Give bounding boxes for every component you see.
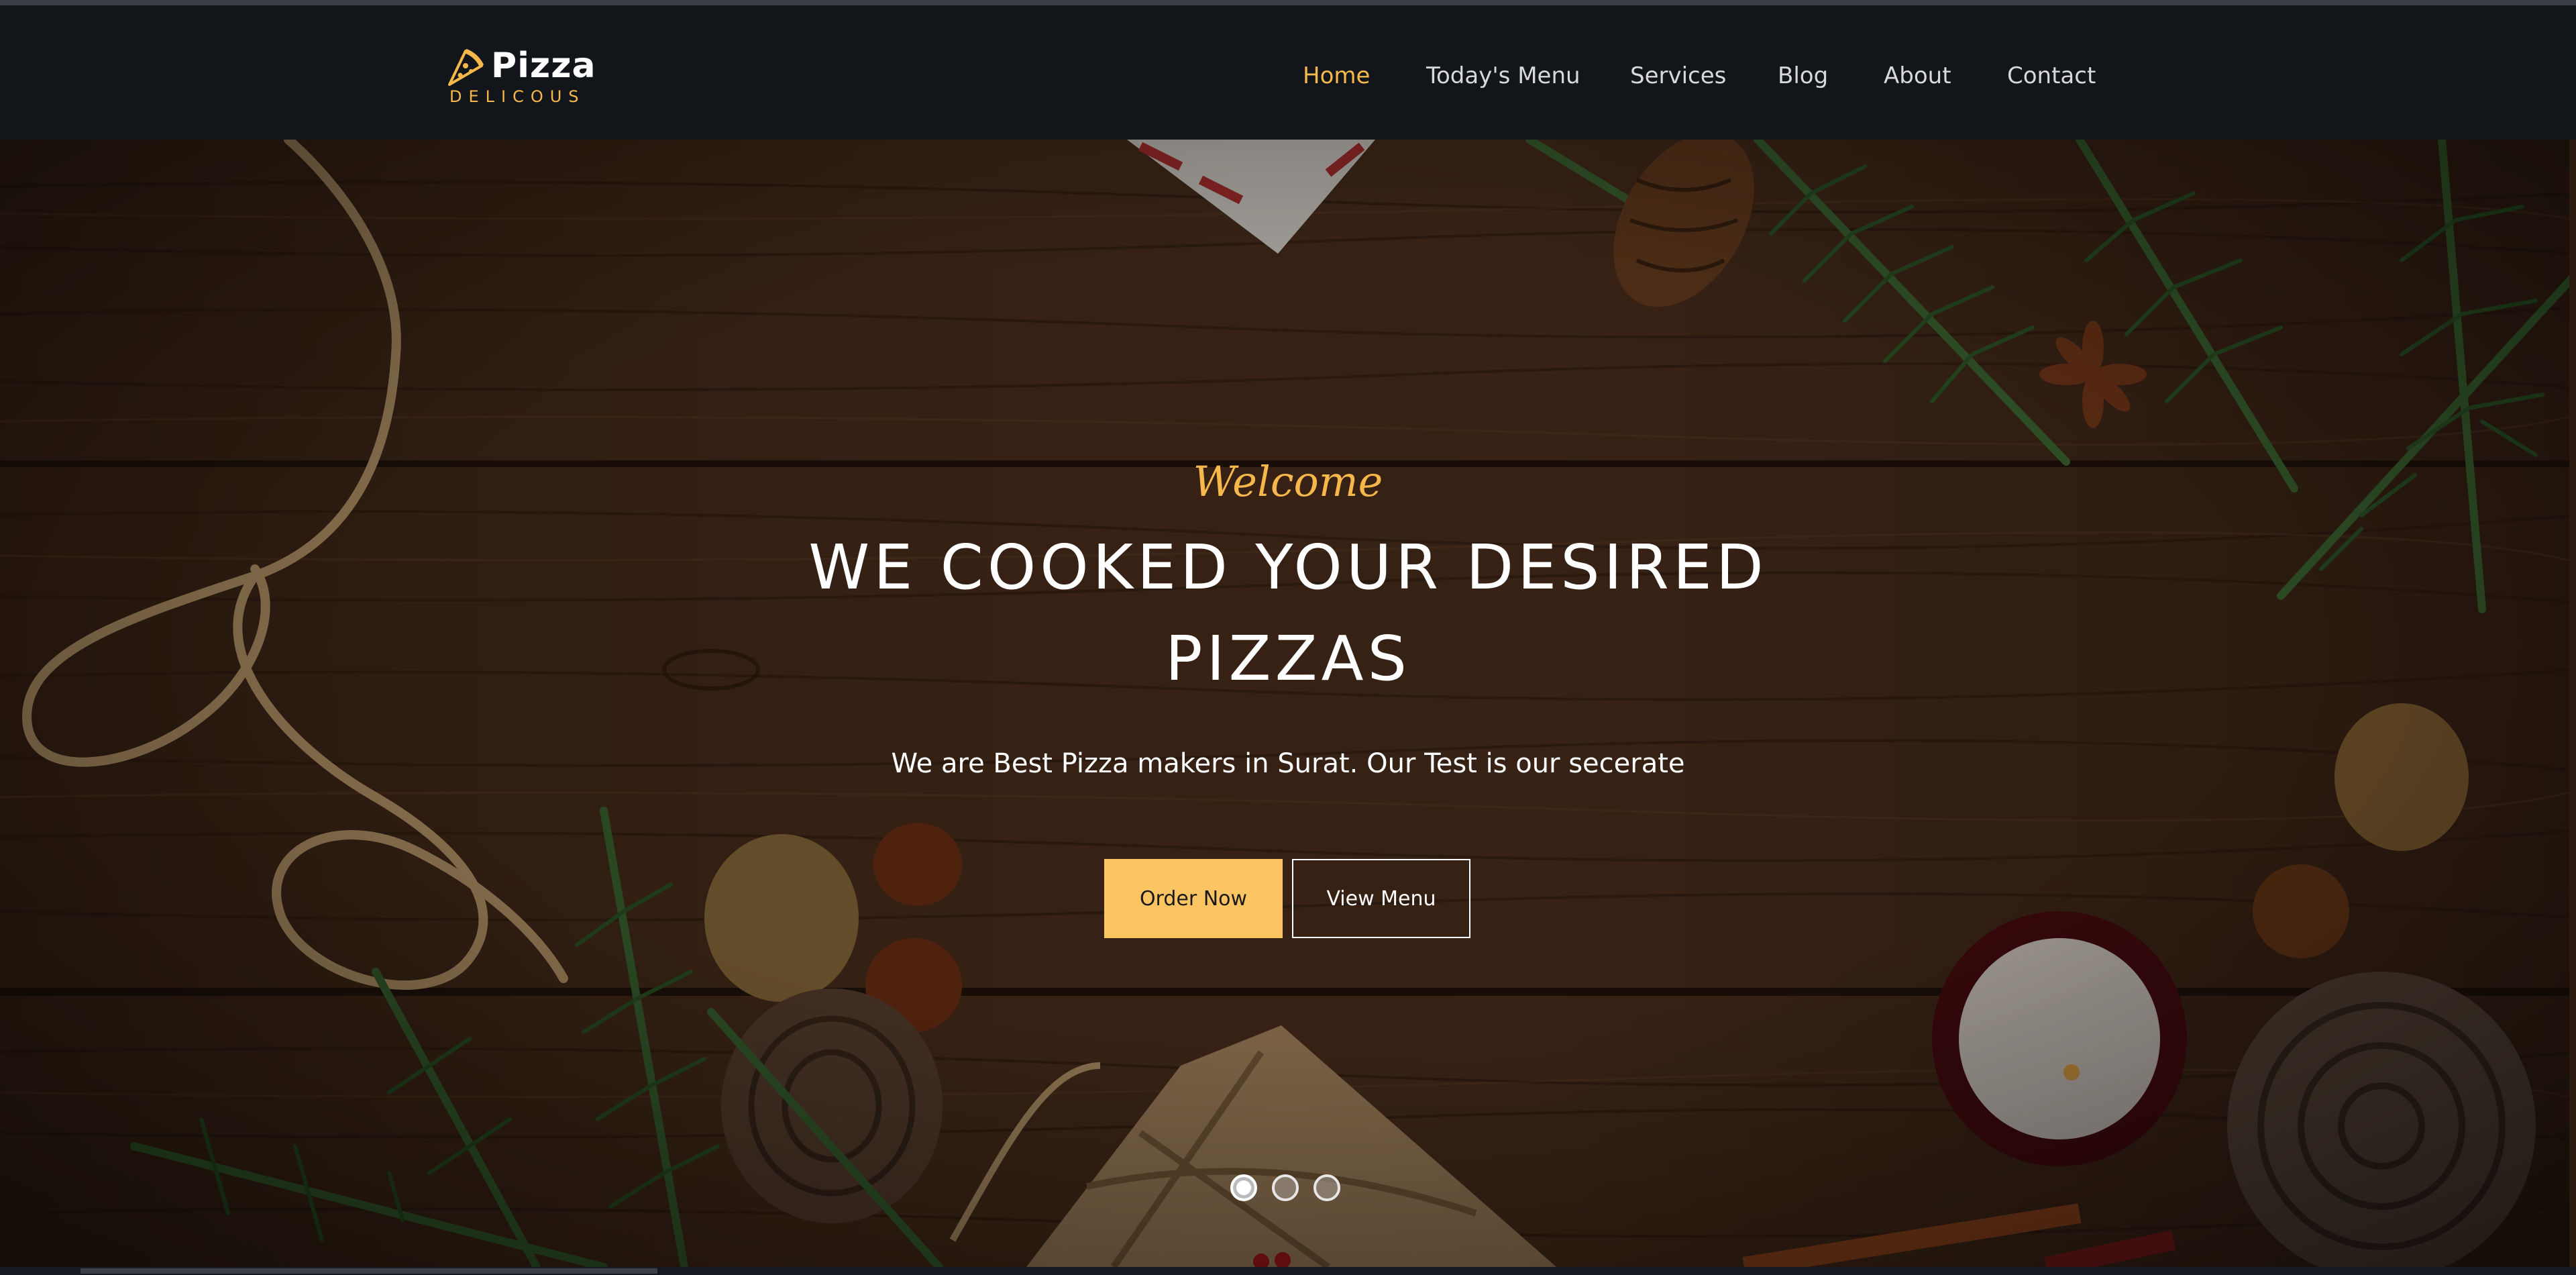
nav-about[interactable]: About bbox=[1884, 59, 1951, 93]
brand-logo[interactable]: Pizza DELICOUS bbox=[445, 44, 596, 109]
order-now-button[interactable]: Order Now bbox=[1104, 859, 1283, 938]
nav-blog[interactable]: Blog bbox=[1778, 59, 1828, 93]
vertical-scrollbar[interactable] bbox=[2569, 140, 2576, 1267]
nav-contact[interactable]: Contact bbox=[2007, 59, 2096, 93]
hero-subtext: We are Best Pizza makers in Surat. Our T… bbox=[891, 748, 1685, 779]
carousel-dot-2[interactable] bbox=[1272, 1174, 1299, 1201]
carousel-dot-1[interactable] bbox=[1230, 1174, 1257, 1201]
brand-title: Pizza bbox=[491, 46, 596, 86]
nav-todays-menu[interactable]: Today's Menu bbox=[1426, 59, 1580, 93]
hero-welcome: Welcome bbox=[1193, 457, 1383, 506]
brand-subtitle: DELICOUS bbox=[449, 87, 586, 106]
carousel-indicators bbox=[1230, 1174, 1351, 1201]
carousel-dot-3[interactable] bbox=[1313, 1174, 1340, 1201]
view-menu-button[interactable]: View Menu bbox=[1292, 859, 1470, 938]
navbar: Pizza DELICOUS Home Today's Menu Service… bbox=[0, 5, 2576, 140]
main-nav: Home Today's Menu Services Blog About Co… bbox=[1288, 59, 2120, 93]
pizza-slice-icon bbox=[448, 48, 484, 86]
window-top-border bbox=[0, 0, 2576, 5]
hero-headline: WE COOKED YOUR DESIRED PIZZAS bbox=[808, 531, 1768, 695]
hero-banner: Welcome WE COOKED YOUR DESIRED PIZZAS We… bbox=[0, 140, 2576, 1267]
nav-services[interactable]: Services bbox=[1630, 59, 1726, 93]
nav-home[interactable]: Home bbox=[1303, 59, 1370, 93]
horizontal-scrollbar-thumb[interactable] bbox=[80, 1268, 657, 1274]
